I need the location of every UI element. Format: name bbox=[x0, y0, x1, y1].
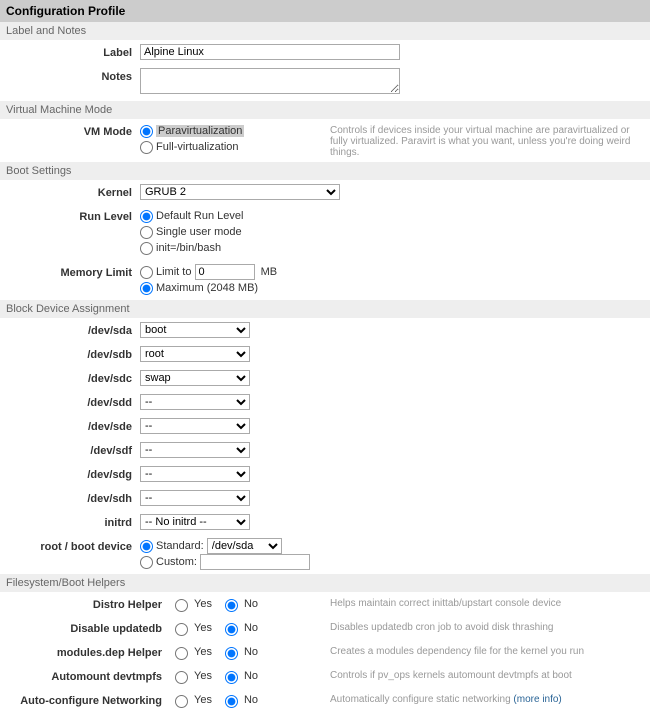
fsboot-no-label: No bbox=[244, 670, 258, 682]
section-fsboot-helpers: Filesystem/Boot Helpers bbox=[0, 574, 650, 592]
memlimit-label: Memory Limit bbox=[0, 264, 140, 279]
block-device-select[interactable]: -- bbox=[140, 394, 250, 410]
vm-mode-fullvirt-radio[interactable] bbox=[140, 141, 153, 154]
fsboot-yes-radio[interactable] bbox=[175, 647, 188, 660]
fsboot-row-label: Auto-configure Networking bbox=[0, 692, 170, 707]
block-device-label: /dev/sda bbox=[0, 322, 140, 337]
block-device-select[interactable]: -- bbox=[140, 466, 250, 482]
fsboot-row-hint: Controls if pv_ops kernels automount dev… bbox=[310, 668, 650, 681]
section-block-device: Block Device Assignment bbox=[0, 300, 650, 318]
root-device-label: root / boot device bbox=[0, 538, 140, 553]
kernel-select[interactable]: GRUB 2 bbox=[140, 184, 340, 200]
block-device-label: /dev/sdd bbox=[0, 394, 140, 409]
memlimit-value-input[interactable] bbox=[195, 264, 255, 280]
vm-mode-paravirt-label: Paravirtualization bbox=[156, 125, 244, 137]
root-custom-label: Custom: bbox=[156, 556, 197, 568]
initrd-select[interactable]: -- No initrd -- bbox=[140, 514, 250, 530]
memlimit-limit-radio[interactable] bbox=[140, 266, 153, 279]
block-device-select[interactable]: boot bbox=[140, 322, 250, 338]
fsboot-yes-radio[interactable] bbox=[175, 671, 188, 684]
initrd-label: initrd bbox=[0, 514, 140, 529]
vm-mode-paravirt-radio[interactable] bbox=[140, 125, 153, 138]
runlevel-single-label: Single user mode bbox=[156, 226, 242, 238]
fsboot-yes-radio[interactable] bbox=[175, 695, 188, 708]
label-field-label: Label bbox=[0, 44, 140, 59]
root-standard-radio[interactable] bbox=[140, 540, 153, 553]
fsboot-no-label: No bbox=[244, 622, 258, 634]
memlimit-max-label: Maximum (2048 MB) bbox=[156, 282, 258, 294]
fsboot-row-label: Distro Helper bbox=[0, 596, 170, 611]
fsboot-row-hint: Helps maintain correct inittab/upstart c… bbox=[310, 596, 650, 609]
memlimit-mb-label: MB bbox=[261, 266, 278, 278]
block-device-label: /dev/sdg bbox=[0, 466, 140, 481]
label-input[interactable] bbox=[140, 44, 400, 60]
block-device-select[interactable]: root bbox=[140, 346, 250, 362]
memlimit-max-radio[interactable] bbox=[140, 282, 153, 295]
block-device-select[interactable]: swap bbox=[140, 370, 250, 386]
fsboot-yes-label: Yes bbox=[194, 694, 212, 706]
block-device-label: /dev/sdh bbox=[0, 490, 140, 505]
fsboot-row-label: modules.dep Helper bbox=[0, 644, 170, 659]
section-boot-settings: Boot Settings bbox=[0, 162, 650, 180]
memlimit-limit-label: Limit to bbox=[156, 266, 191, 278]
root-standard-select[interactable]: /dev/sda bbox=[207, 538, 282, 554]
notes-field-label: Notes bbox=[0, 68, 140, 83]
fsboot-yes-label: Yes bbox=[194, 622, 212, 634]
section-label-notes: Label and Notes bbox=[0, 22, 650, 40]
root-custom-input[interactable] bbox=[200, 554, 310, 570]
fsboot-no-radio[interactable] bbox=[225, 695, 238, 708]
block-device-label: /dev/sdf bbox=[0, 442, 140, 457]
fsboot-yes-radio[interactable] bbox=[175, 599, 188, 612]
runlevel-binbash-radio[interactable] bbox=[140, 242, 153, 255]
fsboot-row-hint: Automatically configure static networkin… bbox=[310, 692, 650, 705]
section-vm-mode: Virtual Machine Mode bbox=[0, 101, 650, 119]
fsboot-no-label: No bbox=[244, 646, 258, 658]
fsboot-no-radio[interactable] bbox=[225, 599, 238, 612]
fsboot-no-radio[interactable] bbox=[225, 671, 238, 684]
fsboot-yes-label: Yes bbox=[194, 670, 212, 682]
page-title: Configuration Profile bbox=[0, 0, 650, 22]
runlevel-binbash-label: init=/bin/bash bbox=[156, 242, 221, 254]
kernel-label: Kernel bbox=[0, 184, 140, 199]
runlevel-single-radio[interactable] bbox=[140, 226, 153, 239]
fsboot-yes-label: Yes bbox=[194, 646, 212, 658]
vm-mode-label: VM Mode bbox=[0, 123, 140, 138]
fsboot-row-hint: Creates a modules dependency file for th… bbox=[310, 644, 650, 657]
fsboot-row-label: Disable updatedb bbox=[0, 620, 170, 635]
fsboot-no-label: No bbox=[244, 694, 258, 706]
block-device-select[interactable]: -- bbox=[140, 442, 250, 458]
root-custom-radio[interactable] bbox=[140, 556, 153, 569]
more-info-link[interactable]: (more info) bbox=[513, 694, 561, 705]
fsboot-no-radio[interactable] bbox=[225, 647, 238, 660]
block-device-select[interactable]: -- bbox=[140, 418, 250, 434]
vm-mode-hint: Controls if devices inside your virtual … bbox=[310, 123, 650, 158]
fsboot-row-hint: Disables updatedb cron job to avoid disk… bbox=[310, 620, 650, 633]
notes-textarea[interactable] bbox=[140, 68, 400, 94]
block-device-select[interactable]: -- bbox=[140, 490, 250, 506]
vm-mode-fullvirt-label: Full-virtualization bbox=[156, 141, 239, 153]
runlevel-default-label: Default Run Level bbox=[156, 210, 243, 222]
fsboot-no-label: No bbox=[244, 598, 258, 610]
runlevel-default-radio[interactable] bbox=[140, 210, 153, 223]
block-device-label: /dev/sde bbox=[0, 418, 140, 433]
runlevel-label: Run Level bbox=[0, 208, 140, 223]
block-device-label: /dev/sdc bbox=[0, 370, 140, 385]
root-standard-label: Standard: bbox=[156, 540, 204, 552]
block-device-label: /dev/sdb bbox=[0, 346, 140, 361]
fsboot-row-label: Automount devtmpfs bbox=[0, 668, 170, 683]
fsboot-yes-label: Yes bbox=[194, 598, 212, 610]
